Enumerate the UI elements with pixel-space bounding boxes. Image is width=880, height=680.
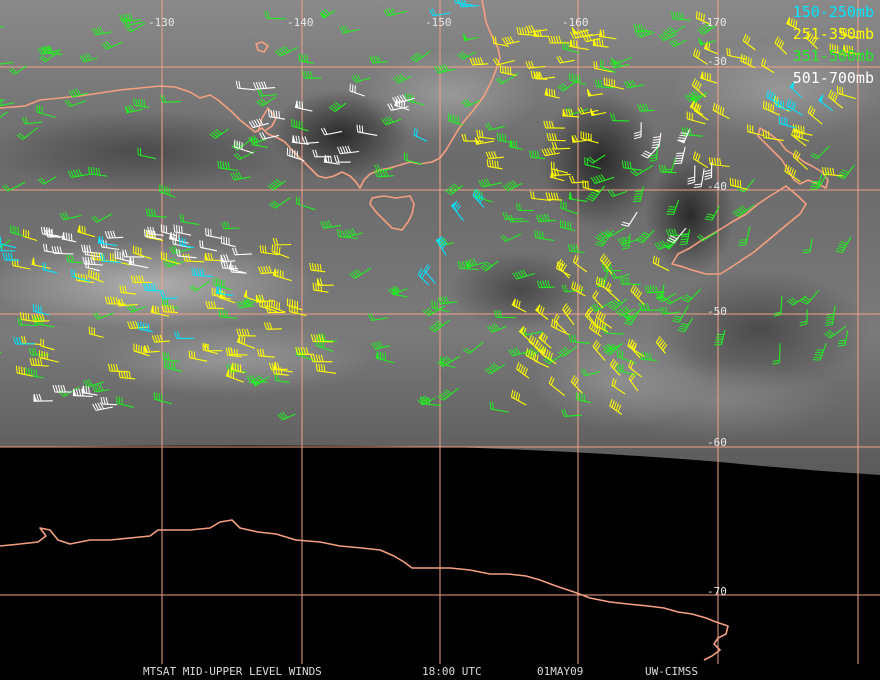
caption-date: 01MAY09: [537, 665, 584, 678]
lon-label-150: -150: [425, 16, 452, 29]
caption-source: UW-CIMSS: [645, 665, 698, 678]
lon-label-130: -130: [148, 16, 175, 29]
map-canvas: [0, 0, 880, 664]
caption-time: 18:00 UTC: [422, 665, 482, 678]
lon-label-140: -140: [287, 16, 314, 29]
caption-bar: MTSAT MID-UPPER LEVEL WINDS 18:00 UTC 01…: [0, 664, 880, 680]
legend-251-350mb: 251-350mb: [792, 25, 874, 43]
legend-351-500mb: 351-500mb: [792, 47, 874, 65]
caption-product: MTSAT MID-UPPER LEVEL WINDS: [143, 665, 322, 678]
lat-label-40: -40: [707, 180, 727, 193]
lat-label-50: -50: [707, 305, 727, 318]
antarctica-coast: [0, 519, 729, 661]
lat-label-30: -30: [707, 55, 727, 68]
lat-label-70: -70: [707, 585, 727, 598]
lon-label-170: -170: [700, 16, 727, 29]
lat-label-60: -60: [707, 436, 727, 449]
legend-501-700mb: 501-700mb: [792, 69, 874, 87]
lon-label-160: -160: [562, 16, 589, 29]
satellite-wind-map: 150-250mb 251-350mb 351-500mb 501-700mb …: [0, 0, 880, 680]
legend-150-250mb: 150-250mb: [792, 3, 874, 21]
